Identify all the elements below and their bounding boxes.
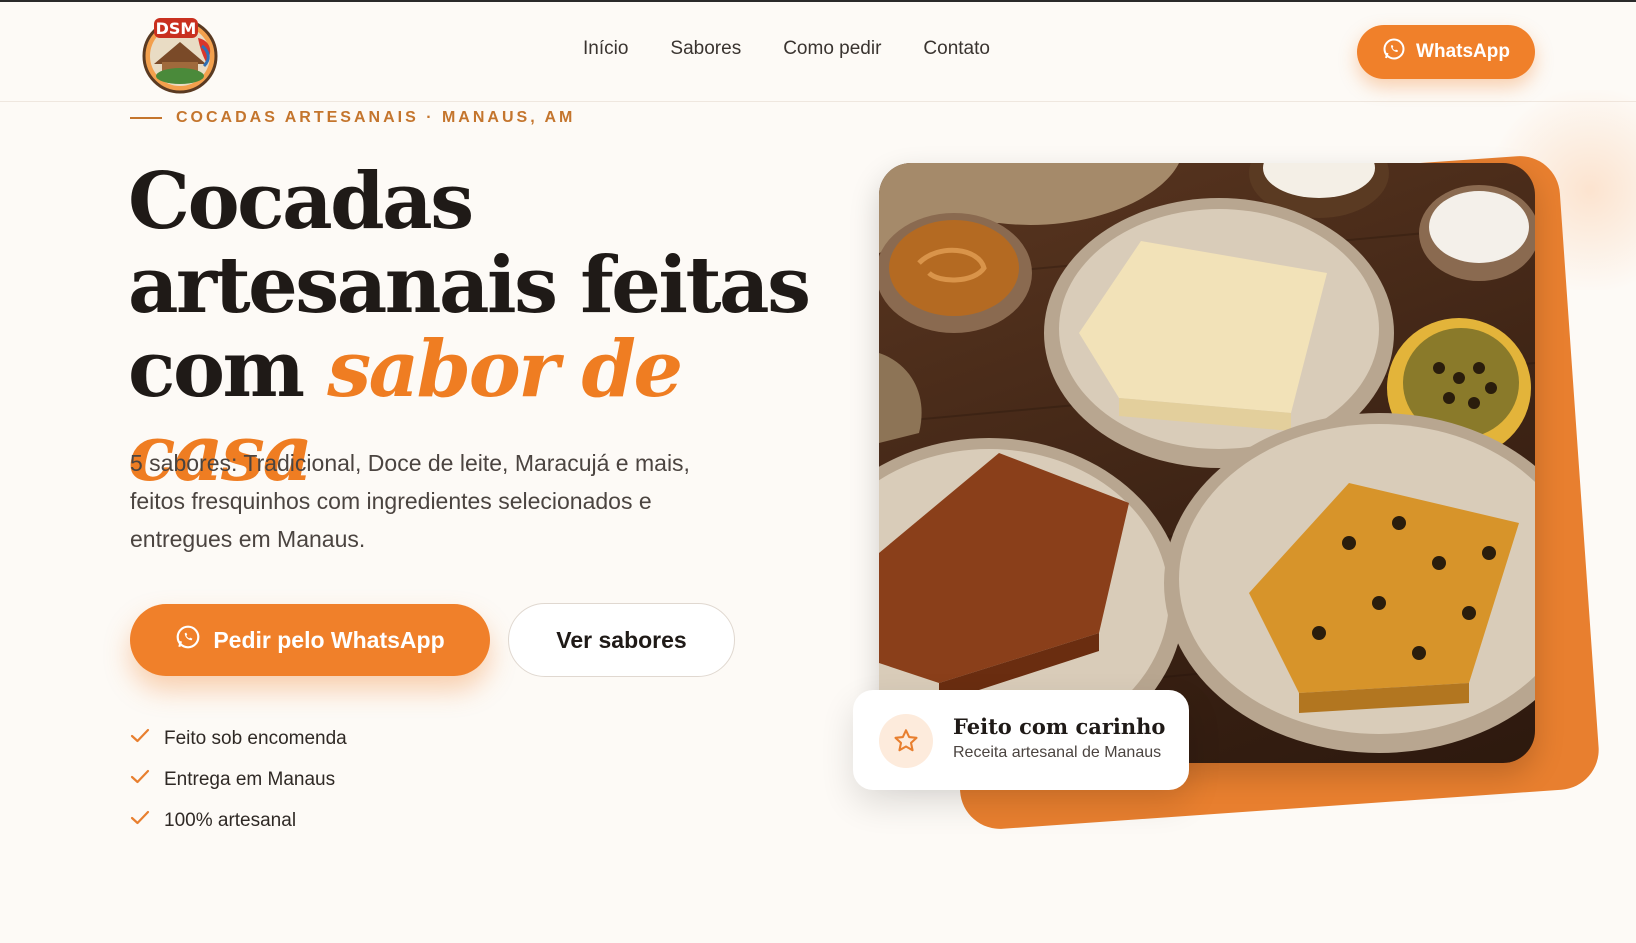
eyebrow-dash — [130, 117, 162, 119]
brand-logo[interactable]: DSM — [140, 12, 224, 94]
site-header: DSM Início Sabores Como pedir Contato Wh… — [0, 2, 1636, 102]
order-whatsapp-label: Pedir pelo WhatsApp — [213, 626, 445, 653]
check-item: Feito sob encomenda — [130, 718, 347, 759]
order-whatsapp-button[interactable]: Pedir pelo WhatsApp — [130, 604, 490, 676]
whatsapp-icon — [175, 624, 201, 656]
nav-como-pedir[interactable]: Como pedir — [783, 38, 881, 60]
whatsapp-icon — [1382, 37, 1406, 67]
check-icon — [130, 769, 150, 791]
feature-checklist: Feito sob encomenda Entrega em Manaus 10… — [130, 718, 347, 841]
check-item: Entrega em Manaus — [130, 759, 347, 800]
hero-product-photo — [879, 163, 1535, 763]
badge-title: Feito com carinho — [953, 714, 1166, 739]
svg-text:DSM: DSM — [156, 19, 197, 38]
hero-eyebrow: COCADAS ARTESANAIS · MANAUS, AM — [130, 109, 575, 127]
nav-contato[interactable]: Contato — [923, 38, 990, 60]
hero-subtitle: 5 sabores: Tradicional, Doce de leite, M… — [130, 450, 690, 552]
headline-line-2: artesanais feitas — [128, 240, 811, 331]
header-whatsapp-label: WhatsApp — [1416, 41, 1510, 62]
check-label: 100% artesanal — [164, 809, 297, 831]
check-icon — [130, 728, 150, 750]
badge-subtitle: Receita artesanal de Manaus — [953, 744, 1162, 761]
nav-inicio[interactable]: Início — [583, 38, 628, 60]
headline-line-1: Cocadas — [128, 156, 474, 247]
handmade-badge: Feito com carinho Receita artesanal de M… — [853, 690, 1189, 790]
check-label: Feito sob encomenda — [164, 727, 347, 749]
see-flavors-button[interactable]: Ver sabores — [508, 603, 735, 677]
main-nav: Início Sabores Como pedir Contato — [583, 38, 990, 60]
see-flavors-label: Ver sabores — [556, 626, 687, 653]
nav-sabores[interactable]: Sabores — [670, 38, 741, 60]
check-item: 100% artesanal — [130, 800, 347, 841]
header-whatsapp-button[interactable]: WhatsApp — [1357, 25, 1535, 79]
eyebrow-text: COCADAS ARTESANAIS · MANAUS, AM — [176, 109, 576, 126]
headline-line-3: com — [128, 324, 305, 415]
check-icon — [130, 810, 150, 832]
check-label: Entrega em Manaus — [164, 768, 336, 790]
star-icon — [879, 714, 933, 768]
